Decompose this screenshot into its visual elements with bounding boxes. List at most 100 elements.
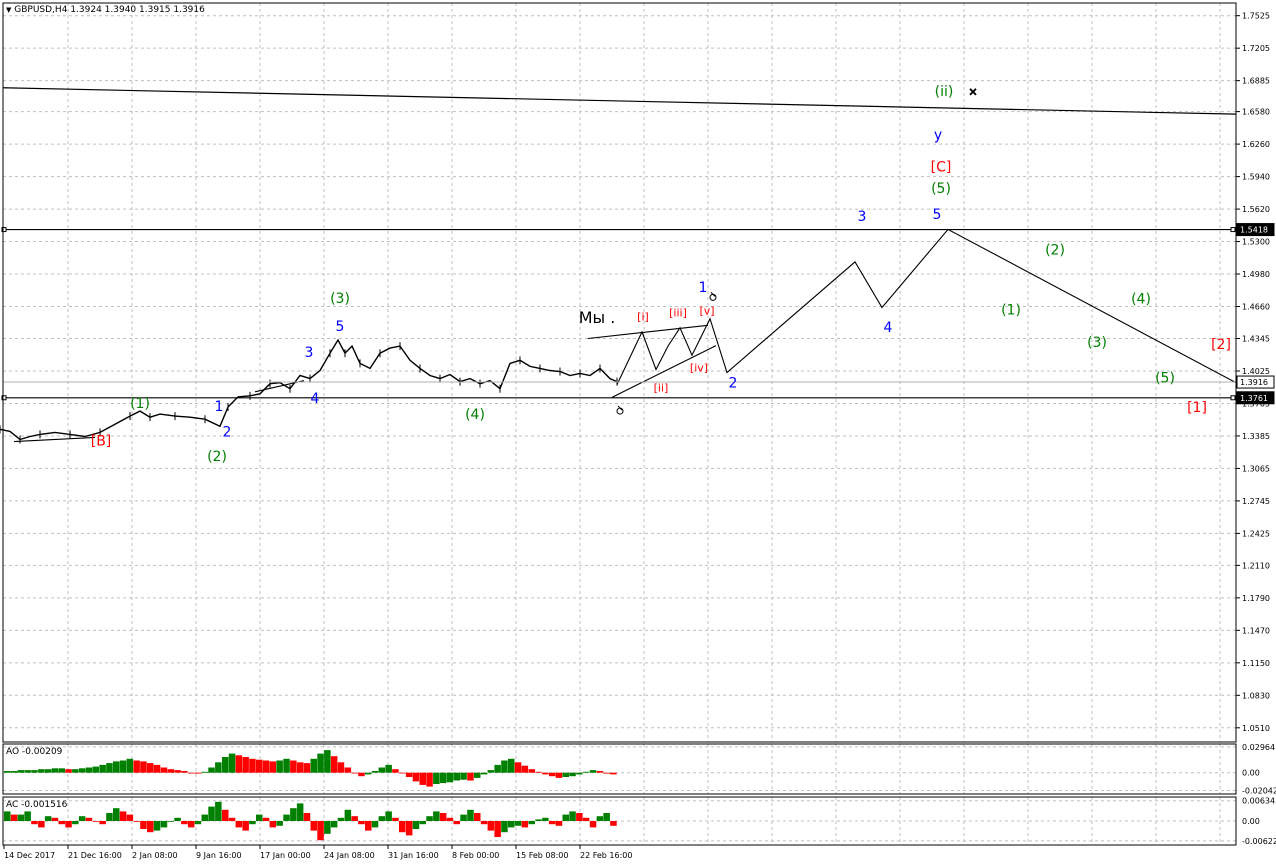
histogram-bar (228, 817, 236, 821)
histogram-bar (119, 760, 127, 773)
histogram-bar (133, 760, 140, 773)
x-tick-label: 14 Dec 2017 (4, 851, 55, 860)
histogram-bar (99, 821, 106, 825)
histogram-bar (317, 821, 324, 841)
wave-label: [iv] (690, 361, 708, 374)
histogram-bar (555, 821, 563, 826)
histogram-bar (296, 762, 304, 773)
histogram-bar (78, 768, 86, 773)
histogram-bar (528, 769, 535, 773)
histogram-bar (412, 772, 420, 782)
level-handle[interactable] (1230, 227, 1236, 233)
histogram-bar (426, 816, 433, 821)
histogram-bar (562, 772, 569, 777)
histogram-bar (548, 772, 556, 777)
y-tick-label: 0.02964 (1242, 743, 1275, 752)
histogram-bar (303, 813, 311, 821)
histogram-bar (85, 767, 93, 773)
ohlc-values: 1.3924 1.3940 1.3915 1.3916 (70, 5, 205, 15)
wave-label: [B] (91, 434, 112, 450)
histogram-bar (344, 809, 352, 821)
histogram-bar (446, 817, 454, 821)
histogram-bar (269, 821, 277, 828)
histogram-bar (589, 821, 597, 828)
wave-label: (3) (1087, 335, 1107, 351)
histogram-bar (140, 761, 147, 773)
histogram-bar (337, 762, 345, 773)
histogram-bar (351, 772, 358, 774)
histogram-bar (31, 770, 38, 773)
histogram-bar (194, 821, 202, 825)
histogram-bar (235, 755, 243, 773)
histogram-bar (596, 816, 604, 821)
histogram-bar (487, 770, 495, 773)
wave-label: [1] (1187, 400, 1207, 416)
histogram-bar (508, 821, 515, 828)
y-tick-label: 1.5620 (1242, 205, 1270, 214)
histogram-bar (44, 769, 52, 773)
histogram-bar (508, 758, 515, 773)
wave-label: (3) (330, 291, 350, 307)
histogram-bar (610, 821, 617, 826)
histogram-bar (215, 762, 222, 773)
histogram-bar (569, 772, 576, 777)
histogram-bar (201, 771, 208, 773)
dropdown-triangle-icon[interactable]: ▼ (6, 6, 11, 14)
y-tick-label: 1.2110 (1242, 561, 1270, 570)
histogram-bar (181, 821, 188, 825)
histogram-bar (17, 814, 25, 821)
histogram-bar (603, 772, 610, 774)
histogram-bar (242, 757, 249, 773)
symbol-label: GBPUSD,H4 (14, 5, 68, 15)
x-tick-label: 17 Jan 00:00 (260, 851, 311, 860)
y-tick-label: 1.5940 (1242, 173, 1270, 182)
histogram-bar (235, 821, 243, 828)
histogram-bar (324, 821, 331, 834)
histogram-bar (228, 753, 236, 773)
histogram-bar (269, 761, 277, 773)
histogram-bar (576, 813, 583, 821)
histogram-bar (589, 770, 597, 773)
histogram-bar (501, 821, 508, 833)
histogram-bar (542, 817, 549, 821)
histogram-bar (65, 769, 72, 773)
histogram-bar (310, 821, 317, 831)
level-handle[interactable] (1230, 395, 1236, 401)
histogram-bar (99, 764, 106, 773)
histogram-bar (242, 821, 249, 831)
histogram-bar (494, 821, 501, 837)
wave-label: (4) (1131, 291, 1151, 307)
histogram-bar (487, 821, 495, 831)
histogram-bar (562, 814, 569, 821)
y-tick-label: 1.1790 (1242, 594, 1270, 603)
histogram-bar (126, 758, 134, 773)
histogram-bar (153, 764, 161, 773)
histogram-bar (535, 819, 542, 821)
histogram-bar (501, 760, 508, 773)
wave-label: 2 (223, 424, 232, 440)
y-tick-label: 0.00 (1242, 817, 1260, 826)
histogram-bar (106, 763, 113, 773)
histogram-bar (126, 814, 134, 821)
histogram-bar (344, 767, 352, 773)
chart-canvas[interactable]: 1.7525 1.7205 1.6885 1.6580 1.6260 1.5940 1.56… (0, 0, 1276, 866)
histogram-bar (153, 821, 161, 831)
histogram-bar (51, 768, 59, 773)
y-tick-label: 1.2425 (1242, 529, 1270, 538)
histogram-bar (610, 772, 617, 775)
wave-label: y (934, 127, 942, 143)
histogram-bar (31, 821, 38, 825)
histogram-bar (24, 770, 31, 773)
histogram-bar (276, 821, 283, 826)
histogram-bar (17, 770, 25, 773)
histogram-bar (133, 821, 140, 822)
histogram-bar (194, 772, 202, 774)
y-tick-label: 1.4980 (1242, 270, 1270, 279)
histogram-bar (58, 821, 65, 825)
wave-label: 4 (311, 391, 320, 407)
histogram-bar (147, 821, 154, 833)
histogram-bar (85, 817, 93, 821)
x-tick-label: 31 Jan 16:00 (388, 851, 439, 860)
histogram-bar (405, 821, 413, 836)
histogram-bar (460, 814, 467, 821)
